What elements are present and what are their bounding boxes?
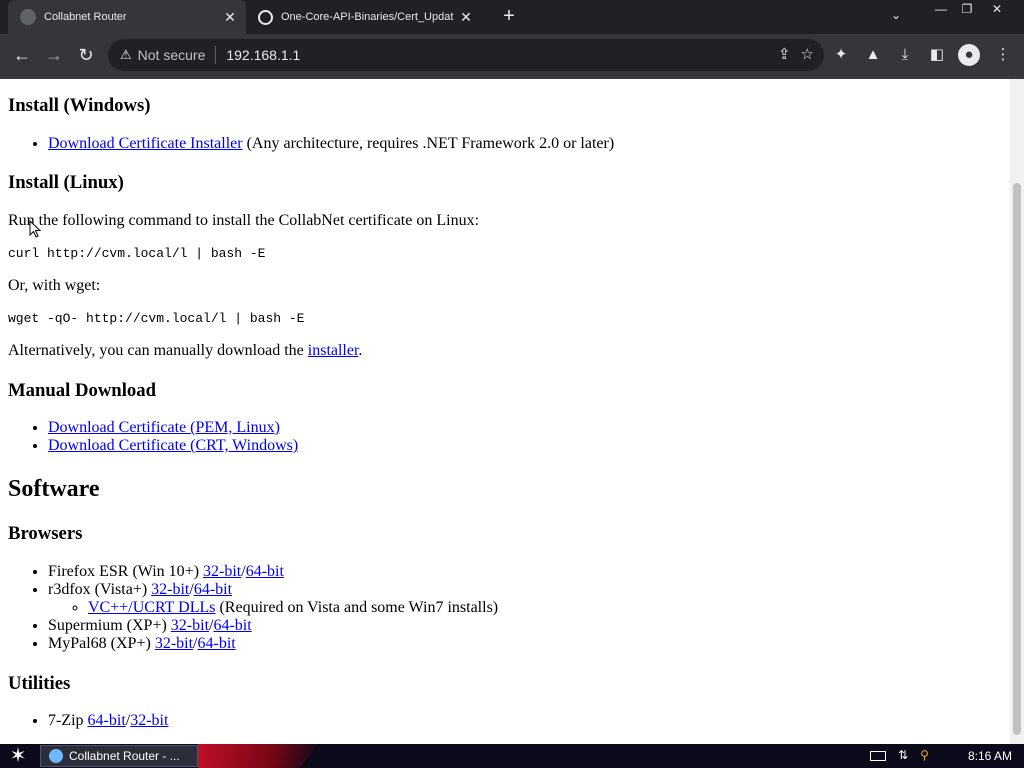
vertical-scrollbar[interactable] bbox=[1010, 79, 1024, 744]
list-item: MyPal68 (XP+) 32-bit/64-bit bbox=[48, 635, 498, 653]
heading-install-windows: Install (Windows) bbox=[8, 95, 151, 116]
start-star-icon[interactable]: ✶ bbox=[6, 745, 30, 767]
clock[interactable]: 8:16 AM bbox=[968, 749, 1012, 763]
supermium-label: Supermium (XP+) bbox=[48, 617, 171, 634]
download-crt-link[interactable]: Download Certificate (CRT, Windows) bbox=[48, 437, 298, 454]
tab-title: Collabnet Router bbox=[44, 11, 127, 23]
back-button[interactable]: ← bbox=[8, 41, 36, 69]
heading-utilities: Utilities bbox=[8, 673, 71, 694]
menu-kebab-icon[interactable]: ⋮ bbox=[992, 44, 1014, 66]
separator bbox=[215, 46, 217, 64]
sevenzip-label: 7-Zip bbox=[48, 712, 88, 729]
install-windows-desc: (Any architecture, requires .NET Framewo… bbox=[246, 135, 615, 152]
system-tray: ⇅ ⚲ bbox=[870, 748, 929, 762]
close-tab-icon[interactable]: ✕ bbox=[220, 9, 240, 26]
list-item: Download Certificate (PEM, Linux) bbox=[48, 419, 298, 437]
page-viewport: Install (Windows) Download Certificate I… bbox=[0, 76, 1024, 744]
browser-toolbar: ← → ↻ ⚠ Not secure 192.168.1.1 ⇪ ☆ ✦ ▲ ⤓… bbox=[0, 34, 1024, 76]
extensions-icon[interactable]: ✦ bbox=[830, 44, 852, 66]
list-item: VC++/UCRT DLLs (Required on Vista and so… bbox=[88, 599, 498, 617]
r3dfox-64bit-link[interactable]: 64-bit bbox=[194, 581, 232, 598]
mypal-64bit-link[interactable]: 64-bit bbox=[197, 635, 235, 652]
alternative-text: Alternatively, you can manually download… bbox=[8, 342, 362, 360]
supermium-64bit-link[interactable]: 64-bit bbox=[213, 617, 251, 634]
tab-title: One-Core-API-Binaries/Cert_Updat bbox=[281, 11, 454, 23]
taskbar-decoration bbox=[198, 744, 318, 768]
mypal-label: MyPal68 (XP+) bbox=[48, 635, 155, 652]
supermium-32bit-link[interactable]: 32-bit bbox=[171, 617, 209, 634]
list-item: Download Certificate Installer (Any arch… bbox=[48, 135, 614, 153]
list-item: Supermium (XP+) 32-bit/64-bit bbox=[48, 617, 498, 635]
list-item: r3dfox (Vista+) 32-bit/64-bit VC++/UCRT … bbox=[48, 581, 498, 617]
download-certificate-installer-link[interactable]: Download Certificate Installer bbox=[48, 135, 243, 152]
address-bar[interactable]: ⚠ Not secure 192.168.1.1 ⇪ ☆ bbox=[108, 39, 824, 71]
vcpp-desc: (Required on Vista and some Win7 install… bbox=[215, 599, 499, 616]
side-panel-icon[interactable]: ◧ bbox=[926, 44, 948, 66]
heading-manual-download: Manual Download bbox=[8, 380, 156, 401]
taskbar: ✶ Collabnet Router - ... ⇅ ⚲ 8:16 AM bbox=[0, 744, 1024, 768]
search-icon[interactable]: ⚲ bbox=[920, 748, 929, 762]
alt-prefix: Alternatively, you can manually download… bbox=[8, 342, 308, 359]
heading-browsers: Browsers bbox=[8, 523, 83, 544]
close-window-button[interactable]: ✕ bbox=[982, 0, 1012, 18]
list-item: 7-Zip 64-bit/32-bit bbox=[48, 712, 168, 730]
linux-intro-text: Run the following command to install the… bbox=[8, 212, 480, 229]
chrome-icon bbox=[49, 749, 63, 763]
taskbar-item-label: Collabnet Router - ... bbox=[69, 749, 180, 763]
download-icon[interactable]: ⤓ bbox=[894, 44, 916, 66]
security-label[interactable]: Not secure bbox=[138, 47, 206, 63]
browsers-list: Firefox ESR (Win 10+) 32-bit/64-bit r3df… bbox=[8, 563, 498, 653]
tab-search-chevron-icon[interactable]: ⌄ bbox=[886, 8, 906, 24]
bookmark-star-icon[interactable]: ☆ bbox=[801, 45, 814, 63]
taskbar-item-browser[interactable]: Collabnet Router - ... bbox=[40, 745, 198, 767]
download-pem-link[interactable]: Download Certificate (PEM, Linux) bbox=[48, 419, 280, 436]
firefox-32bit-link[interactable]: 32-bit bbox=[203, 563, 241, 580]
list-item: Download Certificate (CRT, Windows) bbox=[48, 437, 298, 455]
tab-collabnet-router[interactable]: Collabnet Router ✕ bbox=[8, 0, 246, 34]
labs-flask-icon[interactable]: ▲ bbox=[862, 44, 884, 66]
installer-link[interactable]: installer bbox=[308, 342, 359, 359]
sevenzip-64bit-link[interactable]: 64-bit bbox=[88, 712, 126, 729]
url-text[interactable]: 192.168.1.1 bbox=[226, 47, 300, 63]
close-tab-icon[interactable]: ✕ bbox=[456, 9, 476, 26]
profile-avatar-icon[interactable]: ● bbox=[958, 44, 980, 66]
network-icon[interactable]: ⇅ bbox=[898, 748, 908, 762]
mypal-32bit-link[interactable]: 32-bit bbox=[155, 635, 193, 652]
reload-button[interactable]: ↻ bbox=[72, 41, 100, 69]
wget-command: wget -qO- http://cvm.local/l | bash -E bbox=[8, 311, 305, 326]
list-item: Firefox ESR (Win 10+) 32-bit/64-bit bbox=[48, 563, 498, 581]
r3dfox-sublist: VC++/UCRT DLLs (Required on Vista and so… bbox=[48, 599, 498, 617]
install-windows-list: Download Certificate Installer (Any arch… bbox=[8, 135, 614, 153]
r3dfox-label: r3dfox (Vista+) bbox=[48, 581, 152, 598]
share-icon[interactable]: ⇪ bbox=[778, 45, 791, 63]
omnibox-actions: ⇪ ☆ bbox=[778, 45, 814, 63]
heading-install-linux: Install (Linux) bbox=[8, 172, 124, 193]
tab-strip: Collabnet Router ✕ One-Core-API-Binaries… bbox=[0, 0, 1024, 34]
sevenzip-32bit-link[interactable]: 32-bit bbox=[130, 712, 168, 729]
tab-github[interactable]: One-Core-API-Binaries/Cert_Updat ✕ bbox=[250, 0, 482, 34]
r3dfox-32bit-link[interactable]: 32-bit bbox=[151, 581, 189, 598]
firefox-label: Firefox ESR (Win 10+) bbox=[48, 563, 204, 580]
alt-suffix: . bbox=[358, 342, 363, 359]
manual-download-list: Download Certificate (PEM, Linux) Downlo… bbox=[8, 419, 298, 455]
scrollbar-thumb[interactable] bbox=[1013, 183, 1021, 735]
utilities-list: 7-Zip 64-bit/32-bit bbox=[8, 712, 168, 730]
firefox-64bit-link[interactable]: 64-bit bbox=[246, 563, 284, 580]
mouse-cursor-icon bbox=[29, 220, 41, 238]
globe-icon bbox=[20, 9, 36, 25]
warning-icon[interactable]: ⚠ bbox=[120, 47, 132, 63]
heading-software: Software bbox=[8, 476, 100, 502]
forward-button[interactable]: → bbox=[40, 41, 68, 69]
github-icon bbox=[258, 9, 273, 25]
vcpp-dlls-link[interactable]: VC++/UCRT DLLs bbox=[88, 599, 215, 616]
curl-command: curl http://cvm.local/l | bash -E bbox=[8, 246, 266, 261]
or-wget-text: Or, with wget: bbox=[8, 277, 101, 294]
keyboard-icon[interactable] bbox=[870, 751, 886, 761]
new-tab-button[interactable]: + bbox=[498, 5, 520, 27]
restore-button[interactable]: ❐ bbox=[952, 0, 982, 18]
